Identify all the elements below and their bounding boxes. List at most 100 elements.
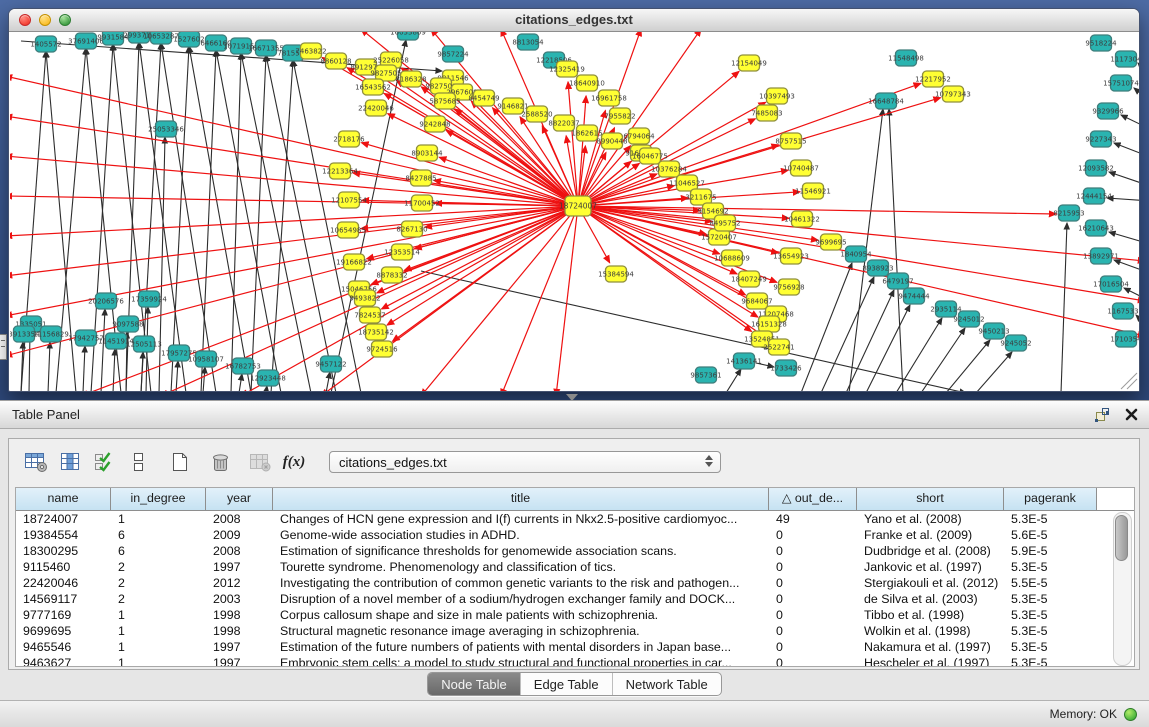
table-selector-dropdown[interactable]: citations_edges.txt xyxy=(329,451,721,473)
graph-node[interactable]: 12093582 xyxy=(1078,160,1114,176)
close-panel-icon[interactable] xyxy=(1124,407,1139,422)
graph-node[interactable]: 15751074 xyxy=(1103,75,1139,91)
graph-node[interactable]: 8267130 xyxy=(396,221,427,237)
zoom-button[interactable] xyxy=(59,14,71,26)
graph-node[interactable]: 12923448 xyxy=(250,370,286,386)
table-row[interactable]: 1938455462009Genome-wide association stu… xyxy=(16,527,1134,543)
graph-node[interactable]: 1710354 xyxy=(1110,331,1139,347)
graph-node[interactable]: 2718176 xyxy=(333,131,365,147)
graph-node[interactable]: 13892971 xyxy=(1083,248,1119,264)
network-window-titlebar[interactable]: citations_edges.txt xyxy=(9,9,1139,32)
select-rows-icon[interactable] xyxy=(89,448,119,476)
graph-node[interactable]: 8757515 xyxy=(775,133,806,149)
graph-node[interactable]: 9857224 xyxy=(437,46,469,62)
scrollbar-thumb[interactable] xyxy=(1115,515,1128,561)
graph-node[interactable]: 1167533 xyxy=(1107,303,1138,319)
graph-node[interactable]: 12213364 xyxy=(322,163,358,179)
graph-node[interactable]: 9699695 xyxy=(815,234,846,250)
show-column-icon[interactable] xyxy=(55,448,85,476)
merge-rows-icon[interactable] xyxy=(123,448,153,476)
graph-node[interactable]: 13654923 xyxy=(773,248,809,264)
graph-node[interactable]: 1733426 xyxy=(770,360,802,376)
vertical-scrollbar[interactable] xyxy=(1113,512,1132,666)
graph-node[interactable]: 9756928 xyxy=(773,279,804,295)
tab-edge-table[interactable]: Edge Table xyxy=(520,673,612,695)
graph-node[interactable]: 8215953 xyxy=(1053,205,1084,221)
graph-node[interactable]: 12217952 xyxy=(915,71,951,87)
network-graph[interactable]: 1405572376914069931584299371410653287152… xyxy=(10,32,1139,391)
graph-node-label: 10797343 xyxy=(935,91,971,99)
graph-node[interactable]: 11546921 xyxy=(795,183,831,199)
close-button[interactable] xyxy=(19,14,31,26)
new-file-icon[interactable] xyxy=(165,448,195,476)
graph-node[interactable]: 10797343 xyxy=(935,86,971,102)
graph-node[interactable]: 16782753 xyxy=(225,358,261,374)
graph-node[interactable]: 20206576 xyxy=(88,293,124,309)
graph-node[interactable]: 16648784 xyxy=(868,93,904,109)
graph-node[interactable]: 22420046 xyxy=(358,100,394,116)
graph-node[interactable]: 17016504 xyxy=(1093,276,1129,292)
graph-node[interactable]: 9329966 xyxy=(1092,103,1124,119)
column-header[interactable]: in_degree xyxy=(111,488,206,510)
memory-status-icon[interactable] xyxy=(1124,708,1137,721)
graph-node[interactable]: 7824537 xyxy=(354,307,385,323)
graph-node[interactable]: 9518224 xyxy=(1085,35,1117,51)
minimize-button[interactable] xyxy=(39,14,51,26)
network-canvas[interactable]: 1405572376914069931584299371410653287152… xyxy=(10,32,1139,391)
graph-node-label: 18724007 xyxy=(559,202,597,211)
table-row[interactable]: 911546021997Tourette syndrome. Phenomeno… xyxy=(16,559,1134,575)
graph-node[interactable]: 12444154 xyxy=(1076,188,1112,204)
graph-node[interactable]: 10740487 xyxy=(783,160,819,176)
graph-node[interactable]: 9097588 xyxy=(112,316,143,332)
column-header[interactable]: year xyxy=(206,488,273,510)
graph-node[interactable]: 9474444 xyxy=(898,288,930,304)
graph-node[interactable]: 10461322 xyxy=(784,211,820,227)
table-row[interactable]: 969969511998Structural magnetic resonanc… xyxy=(16,623,1134,639)
graph-node[interactable]: 10397493 xyxy=(759,88,795,104)
delete-table-icon[interactable] xyxy=(205,448,235,476)
table-row[interactable]: 977716911998Corpus callosum shape and si… xyxy=(16,607,1134,623)
table-row[interactable]: 1830029562008Estimation of significance … xyxy=(16,543,1134,559)
graph-node[interactable]: 18724007 xyxy=(559,196,597,216)
graph-node[interactable]: 9457122 xyxy=(315,356,346,372)
table-row[interactable]: 2242004622012Investigating the contribut… xyxy=(16,575,1134,591)
graph-node[interactable]: 11700452 xyxy=(404,195,440,211)
column-header[interactable]: title xyxy=(273,488,769,510)
graph-node[interactable]: 1405572 xyxy=(30,36,61,52)
graph-node[interactable]: 12154049 xyxy=(731,55,767,71)
graph-node[interactable]: 14136141 xyxy=(726,353,762,369)
graph-node[interactable]: 8903144 xyxy=(411,145,443,161)
graph-node[interactable]: 6794064 xyxy=(623,128,655,144)
graph-node[interactable]: 9724516 xyxy=(366,341,398,357)
graph-node[interactable]: 9227343 xyxy=(1085,131,1116,147)
graph-node[interactable]: 8813054 xyxy=(512,34,544,50)
column-header[interactable]: pagerank xyxy=(1004,488,1097,510)
table-row[interactable]: 946362711997Embryonic stem cells: a mode… xyxy=(16,655,1134,667)
tab-node-table[interactable]: Node Table xyxy=(428,673,520,695)
graph-node[interactable]: 17359924 xyxy=(131,291,167,307)
graph-node[interactable]: 9857361 xyxy=(690,367,721,383)
graph-node[interactable]: 25053346 xyxy=(148,121,184,137)
column-header[interactable]: name xyxy=(16,488,111,510)
graph-node[interactable]: 9450213 xyxy=(978,323,1009,339)
graph-node[interactable]: 16961758 xyxy=(591,90,627,106)
graph-node[interactable]: 15384594 xyxy=(598,266,634,282)
graph-node[interactable]: 9245052 xyxy=(1000,335,1031,351)
table-row[interactable]: 1872400712008Changes of HCN gene express… xyxy=(16,511,1134,527)
graph-node[interactable]: 10688609 xyxy=(714,250,750,266)
graph-node[interactable]: 11548498 xyxy=(888,50,924,66)
graph-node[interactable]: 1840954 xyxy=(840,246,872,262)
graph-node[interactable]: 12107554 xyxy=(331,192,367,208)
table-row[interactable]: 1456911722003Disruption of a novel membe… xyxy=(16,591,1134,607)
table-row[interactable]: 946554611997Estimation of the future num… xyxy=(16,639,1134,655)
graph-node[interactable]: 7955822 xyxy=(604,108,635,124)
graph-node[interactable]: 16210643 xyxy=(1078,220,1114,236)
column-header[interactable]: △ out_de... xyxy=(769,488,857,510)
graph-node[interactable]: 16033809 xyxy=(390,32,426,40)
tab-network-table[interactable]: Network Table xyxy=(612,673,721,695)
graph-node[interactable]: 1117304 xyxy=(1110,51,1139,67)
table-settings-icon[interactable] xyxy=(21,448,51,476)
float-panel-icon[interactable] xyxy=(1094,407,1110,422)
column-header[interactable]: short xyxy=(857,488,1004,510)
function-builder-icon[interactable]: f(x) xyxy=(279,448,309,476)
